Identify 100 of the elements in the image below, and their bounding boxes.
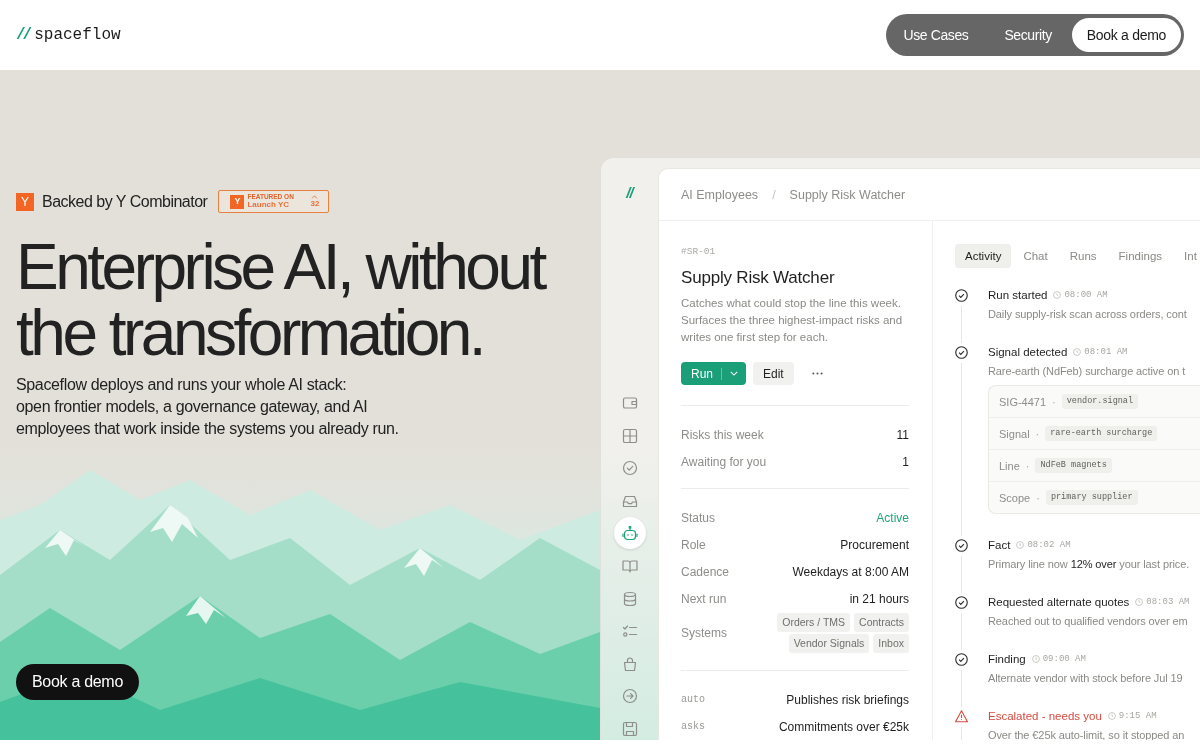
bag-icon	[621, 655, 638, 672]
sidebar-item[interactable]	[621, 655, 638, 672]
detail-value: Weekdays at 8:00 AM	[792, 564, 909, 579]
activity-time: 9:15 AM	[1118, 711, 1157, 721]
sidebar-item[interactable]	[613, 517, 646, 550]
grid-icon	[621, 427, 638, 444]
permission-mode: asks	[681, 721, 705, 732]
backed-by-text: Backed by Y Combinator	[42, 192, 208, 211]
nav-link[interactable]: Security	[986, 18, 1070, 52]
activity-time: 09:00 AM	[1042, 654, 1086, 664]
hero-description: Spaceflow deploys and runs your whole AI stack: open frontier models, a governance gateway, and AI employees that work inside the systems you already run.	[16, 375, 399, 439]
check-circle-icon	[954, 538, 968, 552]
system-tag: Inbox	[873, 634, 909, 653]
field-value: rare-earth surcharge	[1045, 426, 1158, 441]
wallet-icon	[621, 395, 638, 411]
activity-title: Signal detected	[988, 346, 1068, 358]
activity-time: 08:01 AM	[1084, 347, 1128, 357]
logo-link[interactable]: // spaceflow	[16, 26, 121, 44]
activity-text: Alternate vendor with stock before Jul 19	[988, 671, 1184, 686]
detail-value: Procurement	[840, 537, 909, 552]
tab[interactable]: Activity	[955, 244, 1012, 268]
activity-title: Run started	[988, 289, 1048, 301]
arrow-circle-icon	[621, 688, 638, 705]
sidebar-item[interactable]	[621, 688, 638, 705]
activity-text: Daily supply-risk scan across orders, cont	[988, 307, 1188, 322]
activity-time: 08:03 AM	[1146, 597, 1190, 607]
clock-icon	[1016, 541, 1025, 549]
stat-label: Awaiting for you	[681, 454, 767, 469]
edit-button[interactable]: Edit	[753, 362, 794, 385]
check-circle-icon	[954, 652, 968, 666]
tab[interactable]: Int	[1174, 244, 1200, 268]
yc-logo: Y	[230, 194, 245, 209]
book-icon	[621, 557, 638, 574]
status-value: Active	[876, 510, 909, 525]
sidebar-item[interactable]	[621, 427, 638, 444]
sidebar-item[interactable]	[621, 623, 638, 640]
breadcrumb-item[interactable]: AI Employees	[681, 187, 759, 202]
stat-value: 11	[896, 427, 909, 442]
chevron-down-icon	[730, 371, 738, 376]
field-value: NdFeB magnets	[1035, 458, 1112, 473]
breadcrumb-separator: /	[772, 187, 776, 202]
hero-heading: Enterprise AI, without the transformation.	[16, 234, 546, 366]
stat-label: Risks this week	[681, 427, 764, 442]
agent-title: Supply Risk Watcher	[681, 267, 836, 289]
clock-icon	[1053, 291, 1062, 299]
field-separator: ·	[1036, 491, 1040, 504]
check-circle-icon	[621, 460, 638, 477]
sidebar-item[interactable]	[621, 720, 638, 737]
activity-title: Finding	[988, 653, 1026, 665]
system-tag: Vendor Signals	[788, 634, 870, 653]
yc-logo: Y	[16, 192, 34, 211]
more-icon[interactable]	[811, 372, 823, 375]
activity-time: 08:02 AM	[1027, 540, 1071, 550]
app-logo[interactable]: //	[626, 183, 633, 203]
activity-text: Primary line now 12% over your last price.	[988, 557, 1191, 572]
nav-link[interactable]: Use Cases	[885, 18, 987, 52]
detail-label: Role	[681, 537, 706, 552]
robot-icon	[621, 525, 638, 542]
sidebar-item[interactable]	[621, 557, 638, 574]
warning-icon	[954, 709, 968, 723]
agent-description: Catches what could stop the line this week. Surfaces the three highest-impact risks and writes one first step for each.	[681, 296, 904, 345]
detail-label: Systems	[681, 626, 727, 640]
upvote-caret-icon	[311, 195, 319, 199]
sidebar-item[interactable]	[621, 395, 638, 411]
activity-title: Escalated - needs you	[988, 710, 1102, 722]
field-value: primary supplier	[1045, 490, 1138, 505]
sidebar-item[interactable]	[621, 460, 638, 477]
activity-title: Fact	[988, 539, 1011, 551]
field-label: Line	[999, 459, 1020, 472]
database-icon	[621, 590, 638, 607]
tab[interactable]: Runs	[1059, 244, 1107, 268]
check-circle-icon	[954, 345, 968, 359]
run-button[interactable]: Run	[681, 362, 746, 385]
activity-time: 08:00 AM	[1064, 290, 1108, 300]
checklist-icon	[621, 623, 638, 640]
clock-icon	[1135, 598, 1144, 606]
clock-icon	[1073, 348, 1082, 356]
clock-icon	[1107, 712, 1116, 720]
detail-label: Next run	[681, 591, 727, 606]
book-demo-button[interactable]: Book a demo	[1071, 18, 1181, 52]
book-demo-button[interactable]: Book a demo	[16, 664, 139, 700]
field-separator: ·	[1035, 427, 1040, 440]
field-label: Scope	[999, 491, 1031, 504]
agent-id: #SR-01	[681, 245, 717, 259]
permission-text: Publishes risk briefings	[786, 692, 909, 707]
permission-mode: auto	[681, 694, 705, 705]
activity-text: Rare-earth (NdFeb) surcharge active on t	[988, 364, 1187, 379]
field-separator: ·	[1025, 459, 1030, 472]
tab[interactable]: Chat	[1013, 244, 1058, 268]
breadcrumb-item[interactable]: Supply Risk Watcher	[789, 187, 906, 202]
activity-text: Reached out to qualified vendors over em	[988, 614, 1189, 629]
stat-value: 1	[902, 454, 909, 469]
field-label: Signal	[999, 427, 1030, 440]
tab[interactable]: Findings	[1108, 244, 1173, 268]
field-separator: ·	[1052, 395, 1056, 408]
check-circle-icon	[954, 595, 968, 609]
sidebar-item[interactable]	[621, 590, 638, 607]
detail-label: Cadence	[681, 564, 730, 579]
activity-title: Requested alternate quotes	[988, 596, 1130, 608]
system-tag: Orders / TMS	[777, 613, 851, 632]
